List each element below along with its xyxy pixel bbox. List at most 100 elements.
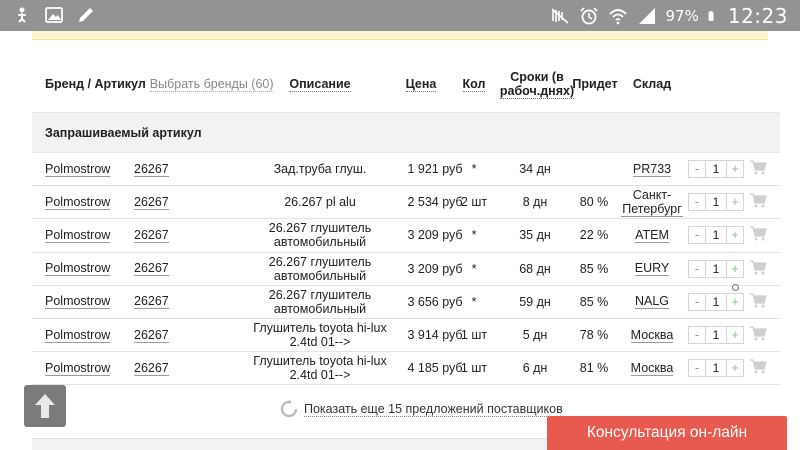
- article-link[interactable]: 26267: [134, 361, 169, 376]
- add-to-cart-button[interactable]: [750, 253, 770, 285]
- add-to-cart-button[interactable]: [750, 352, 770, 384]
- increase-button[interactable]: +: [727, 227, 743, 243]
- description-cell: Глушитель toyota hi-lux 2.4td 01-->: [253, 354, 387, 383]
- increase-button[interactable]: +: [727, 161, 743, 177]
- alarm-icon: [579, 7, 598, 25]
- quantity-stepper: -1 +: [688, 319, 746, 351]
- quantity-input[interactable]: 1: [705, 327, 727, 344]
- more-offers-label: Показать еще 15 предложений поставщиков: [304, 401, 563, 417]
- header-store: Склад: [624, 56, 680, 112]
- brand-link[interactable]: Polmostrow: [45, 228, 111, 243]
- brand-link[interactable]: Polmostrow: [45, 261, 111, 277]
- brand-link[interactable]: Polmostrow: [45, 195, 111, 210]
- quantity-stepper: -1 +: [688, 286, 746, 318]
- store-link[interactable]: Санкт-Петербург: [621, 188, 683, 217]
- quantity-input[interactable]: 1: [705, 161, 727, 178]
- table-header: Бренд / Артикул Выбрать бренды (60) Опис…: [32, 56, 780, 112]
- increase-button[interactable]: +: [727, 360, 743, 376]
- decrease-button[interactable]: -: [689, 261, 705, 277]
- header-description-label[interactable]: Описание: [289, 77, 351, 92]
- term-cell: 8 дн: [522, 195, 548, 210]
- article-link[interactable]: 26267: [134, 195, 169, 210]
- article-link[interactable]: 26267: [134, 162, 169, 177]
- add-to-cart-button[interactable]: [750, 153, 770, 185]
- description-cell: 26.267 глушитель автомобильный: [268, 221, 372, 250]
- decrease-button[interactable]: -: [689, 294, 705, 310]
- usb-debug-icon: [18, 7, 26, 23]
- scroll-top-button[interactable]: [24, 385, 66, 427]
- decrease-button[interactable]: -: [689, 161, 705, 177]
- brand-link[interactable]: Polmostrow: [45, 162, 111, 177]
- brand-cell: Polmostrow: [45, 286, 135, 318]
- store-link[interactable]: PR733: [632, 162, 672, 177]
- arrive-cell: 80 %: [579, 195, 609, 210]
- term-cell: 68 дн: [519, 261, 551, 276]
- decrease-button[interactable]: -: [689, 327, 705, 343]
- choose-brands-link[interactable]: Выбрать бренды (60): [149, 77, 274, 92]
- more-offers-link[interactable]: Показать еще 15 предложений поставщиков: [280, 400, 563, 418]
- quantity-stepper: -1 +: [688, 253, 746, 285]
- store-cell: ATEM: [621, 219, 683, 251]
- brand-link[interactable]: Polmostrow: [45, 328, 111, 343]
- header-price-label[interactable]: Цена: [405, 77, 437, 92]
- quantity-input[interactable]: 1: [705, 227, 727, 244]
- header-description: Описание: [280, 56, 360, 112]
- quantity-input[interactable]: 1: [705, 293, 727, 310]
- qty-cell: 1 шт: [460, 361, 488, 376]
- store-link[interactable]: NALG: [634, 294, 670, 310]
- quantity-stepper: -1 +: [688, 219, 746, 251]
- increase-button[interactable]: +: [727, 327, 743, 343]
- arrive-cell: 78 %: [579, 328, 609, 343]
- qty-cell: *: [471, 261, 477, 276]
- header-term-label[interactable]: Сроки (в рабоч.днях): [499, 70, 575, 99]
- store-link[interactable]: ATEM: [635, 228, 669, 243]
- brand-link[interactable]: Polmostrow: [45, 294, 111, 310]
- mute-icon: [550, 8, 569, 24]
- article-link[interactable]: 26267: [134, 328, 169, 343]
- term-cell: 6 дн: [522, 361, 548, 376]
- table-row: Polmostrow 26267 Глушитель toyota hi-lux 2…: [32, 319, 780, 353]
- store-link[interactable]: Москва: [630, 361, 674, 376]
- term-cell: 59 дн: [519, 294, 551, 309]
- header-store-label: Склад: [632, 77, 672, 91]
- store-cell: Москва: [621, 319, 683, 351]
- article-link[interactable]: 26267: [134, 294, 169, 310]
- add-to-cart-button[interactable]: [750, 319, 770, 351]
- increase-button[interactable]: +: [727, 194, 743, 210]
- brand-cell: Polmostrow: [45, 153, 135, 185]
- header-brand-label: Бренд / Артикул: [45, 77, 146, 91]
- arrive-cell: 81 %: [579, 361, 609, 376]
- arrive-cell: 85 %: [579, 261, 609, 276]
- add-to-cart-button[interactable]: [750, 219, 770, 251]
- header-term: Сроки (в рабоч.днях): [499, 56, 575, 112]
- store-cell: Москва: [621, 352, 683, 384]
- decrease-button[interactable]: -: [689, 194, 705, 210]
- cart-icon: [750, 260, 767, 278]
- online-consultation-button[interactable]: Консультация он-лайн: [547, 416, 787, 450]
- quantity-stepper: -1 +: [688, 186, 746, 218]
- store-cell: Санкт-Петербург: [621, 186, 683, 218]
- term-cell: 35 дн: [519, 228, 551, 243]
- add-to-cart-button[interactable]: [750, 286, 770, 318]
- store-link[interactable]: EURY: [634, 261, 670, 277]
- article-link[interactable]: 26267: [134, 228, 169, 243]
- decrease-button[interactable]: -: [689, 227, 705, 243]
- arrive-cell: 85 %: [579, 294, 609, 309]
- header-arrive-label: Придет: [572, 77, 618, 91]
- brand-cell: Polmostrow: [45, 319, 135, 351]
- decrease-button[interactable]: -: [689, 360, 705, 376]
- header-qty-label[interactable]: Кол: [462, 77, 486, 92]
- store-link[interactable]: Москва: [630, 328, 674, 343]
- cart-icon: [750, 226, 767, 244]
- table-body: Polmostrow 26267 Зад.труба глуш. 1 921 руб *…: [32, 153, 780, 386]
- quantity-input[interactable]: 1: [705, 260, 727, 277]
- header-brand: Бренд / Артикул Выбрать бренды (60): [45, 56, 285, 112]
- article-link[interactable]: 26267: [134, 261, 169, 277]
- add-to-cart-button[interactable]: [750, 186, 770, 218]
- quantity-input[interactable]: 1: [705, 194, 727, 211]
- quantity-input[interactable]: 1: [705, 360, 727, 377]
- requested-article-section: Запрашиваемый артикул: [32, 112, 780, 153]
- increase-button[interactable]: +: [727, 294, 743, 310]
- increase-button[interactable]: +: [727, 261, 743, 277]
- brand-link[interactable]: Polmostrow: [45, 361, 111, 376]
